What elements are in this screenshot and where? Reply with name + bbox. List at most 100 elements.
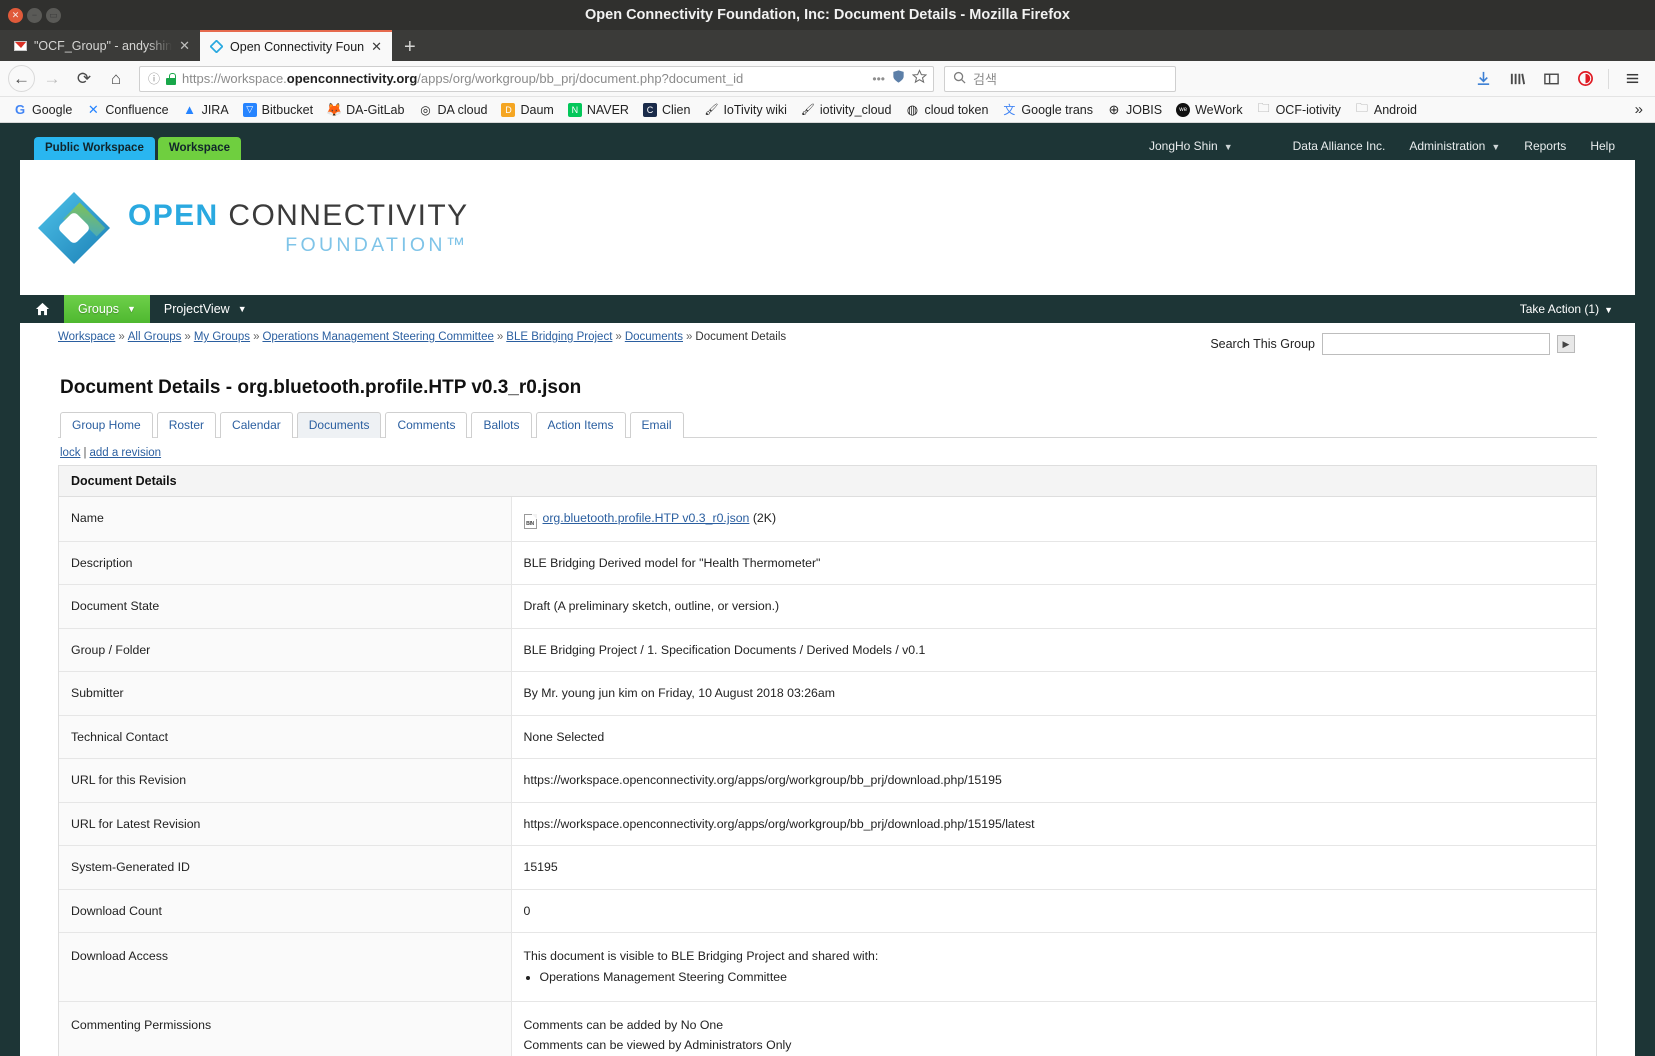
window-controls: ✕ − ▭ <box>8 7 61 23</box>
gmail-favicon-icon <box>13 39 27 53</box>
breadcrumb-link-my-groups[interactable]: My Groups <box>194 331 250 343</box>
bookmark-google[interactable]: G Google <box>6 99 79 121</box>
breadcrumb-link-workspace[interactable]: Workspace <box>58 331 115 343</box>
reload-button-icon[interactable]: ⟳ <box>69 64 99 94</box>
home-button-icon[interactable]: ⌂ <box>101 64 131 94</box>
chevron-down-icon: ▼ <box>237 304 247 314</box>
bookmark-iotivity-cloud[interactable]: 🖌 iotivity_cloud <box>794 99 899 121</box>
bookmark-da-cloud[interactable]: ◎ DA cloud <box>411 99 494 121</box>
commenting-add-text: Comments can be added by No One <box>523 1017 724 1032</box>
ocf-logo-mark-icon <box>34 188 114 268</box>
library-icon[interactable] <box>1502 64 1532 94</box>
bookmark-android[interactable]: 🗀 Android <box>1348 99 1424 121</box>
window-title: Open Connectivity Foundation, Inc: Docum… <box>585 7 1070 23</box>
shield-icon[interactable] <box>891 69 906 89</box>
browser-tab-1[interactable]: "OCF_Group" - andyshin ✕ <box>4 30 200 61</box>
row-value-download-count: 0 <box>511 889 1596 933</box>
forward-button-icon[interactable]: → <box>37 64 67 94</box>
bookmark-label: iotivity_cloud <box>819 102 892 117</box>
bookmark-jobis[interactable]: ⊕ JOBIS <box>1100 99 1169 121</box>
browser-search-bar[interactable]: 검색 <box>944 65 1176 92</box>
menu-reports[interactable]: Reports <box>1512 135 1578 157</box>
table-row: URL for this Revision https://workspace.… <box>59 758 1596 803</box>
sidebar-icon[interactable] <box>1536 64 1566 94</box>
home-icon[interactable] <box>20 302 64 316</box>
back-button-icon[interactable]: ← <box>8 65 35 92</box>
url-bar[interactable]: ⓘ https://workspace.openconnectivity.org… <box>139 65 934 92</box>
bookmark-label: JIRA <box>201 102 229 117</box>
window-titlebar: ✕ − ▭ Open Connectivity Foundation, Inc:… <box>0 0 1655 30</box>
bookmark-jira[interactable]: ▲ JIRA <box>176 99 236 121</box>
bookmark-iotivity-wiki[interactable]: 🖌 IoTivity wiki <box>697 99 793 121</box>
new-tab-button[interactable]: + <box>392 37 428 61</box>
browser-tab-2[interactable]: Open Connectivity Foun ✕ <box>200 30 393 61</box>
top-user-menu: JongHo Shin ▼ Data Alliance Inc. Administ… <box>1137 135 1627 157</box>
search-group-submit-button[interactable]: ▶ <box>1557 335 1575 353</box>
menu-user[interactable]: JongHo Shin ▼ <box>1137 135 1245 157</box>
bookmark-bitbucket[interactable]: ▽ Bitbucket <box>236 99 320 121</box>
bookmark-wework[interactable]: we WeWork <box>1169 99 1249 121</box>
breadcrumb-link-all-groups[interactable]: All Groups <box>128 331 182 343</box>
browser-tab-1-label: "OCF_Group" - andyshin <box>34 38 173 53</box>
bookmark-daum[interactable]: D Daum <box>494 99 560 121</box>
tab-workspace[interactable]: Workspace <box>157 136 242 160</box>
tab-calendar[interactable]: Calendar <box>220 412 293 438</box>
search-group-input[interactable] <box>1322 333 1550 355</box>
breadcrumb-link-documents[interactable]: Documents <box>625 331 683 343</box>
window-close-button[interactable]: ✕ <box>8 7 23 23</box>
nav-item-projectview[interactable]: ProjectView ▼ <box>150 295 261 323</box>
cloud-icon: ◎ <box>420 102 431 117</box>
page-actions-icon[interactable]: ••• <box>872 72 885 86</box>
chevron-down-icon: ▼ <box>1491 142 1501 152</box>
lock-icon <box>166 72 177 85</box>
bookmark-clien[interactable]: C Clien <box>636 99 698 121</box>
breadcrumb-link-ble-bridging[interactable]: BLE Bridging Project <box>506 331 612 343</box>
window-maximize-button[interactable]: ▭ <box>46 7 61 23</box>
url-domain: openconnectivity.org <box>286 71 418 86</box>
take-action-menu[interactable]: Take Action (1) ▼ <box>1520 302 1613 316</box>
row-value-description: BLE Bridging Derived model for "Health T… <box>511 541 1596 585</box>
window-minimize-button[interactable]: − <box>27 7 42 23</box>
bookmark-da-gitlab[interactable]: 🦊 DA-GitLab <box>320 99 411 121</box>
downloads-icon[interactable] <box>1468 64 1498 94</box>
tab-roster[interactable]: Roster <box>156 412 217 438</box>
browser-tab-2-label: Open Connectivity Foun <box>230 39 365 54</box>
menu-company[interactable]: Data Alliance Inc. <box>1281 135 1398 157</box>
recording-indicator-icon[interactable] <box>1570 64 1600 94</box>
chevron-down-icon: ▼ <box>127 304 136 314</box>
breadcrumb-link-omsc[interactable]: Operations Management Steering Committee <box>262 331 493 343</box>
add-revision-link[interactable]: add a revision <box>89 447 161 459</box>
bookmark-cloud-token[interactable]: ◍ cloud token <box>898 99 995 121</box>
page-info-icon[interactable]: ⓘ <box>148 70 160 87</box>
bookmark-ocf-iotivity[interactable]: 🗀 OCF-iotivity <box>1250 99 1348 121</box>
bookmark-naver[interactable]: N NAVER <box>561 99 636 121</box>
page-title: Document Details - org.bluetooth.profile… <box>60 377 582 398</box>
row-key-description: Description <box>59 541 512 585</box>
menu-administration[interactable]: Administration ▼ <box>1397 135 1512 157</box>
nav-item-groups[interactable]: Groups ▼ <box>64 295 150 323</box>
menu-help[interactable]: Help <box>1578 135 1627 157</box>
close-icon[interactable]: ✕ <box>179 38 190 54</box>
tab-documents[interactable]: Documents <box>296 412 382 438</box>
document-details-header: Document Details <box>59 466 1596 497</box>
lock-link[interactable]: lock <box>60 447 80 459</box>
bookmarks-overflow-icon[interactable]: » <box>1635 101 1649 118</box>
row-key-system-generated-id: System-Generated ID <box>59 845 512 889</box>
bookmark-google-trans[interactable]: 文 Google trans <box>995 99 1100 121</box>
bookmark-confluence[interactable]: ✕ Confluence <box>79 99 175 121</box>
tab-public-workspace[interactable]: Public Workspace <box>34 136 155 160</box>
tab-ballots[interactable]: Ballots <box>471 412 532 438</box>
close-icon[interactable]: ✕ <box>371 39 382 55</box>
document-file-link[interactable]: org.bluetooth.profile.HTP v0.3_r0.json <box>543 511 750 525</box>
tab-comments[interactable]: Comments <box>385 412 468 438</box>
tab-email[interactable]: Email <box>629 412 684 438</box>
globe-icon: ⊕ <box>1108 101 1120 117</box>
translate-icon: 文 <box>1003 103 1016 117</box>
hamburger-menu-icon[interactable] <box>1617 64 1647 94</box>
table-row: Commenting Permissions Comments can be a… <box>59 1001 1596 1056</box>
row-value-name: BIN org.bluetooth.profile.HTP v0.3_r0.jso… <box>511 497 1596 542</box>
tab-group-home[interactable]: Group Home <box>60 412 153 438</box>
table-row: Download Access This document is visible… <box>59 932 1596 1002</box>
bookmark-star-icon[interactable] <box>911 68 928 89</box>
tab-action-items[interactable]: Action Items <box>535 412 626 438</box>
